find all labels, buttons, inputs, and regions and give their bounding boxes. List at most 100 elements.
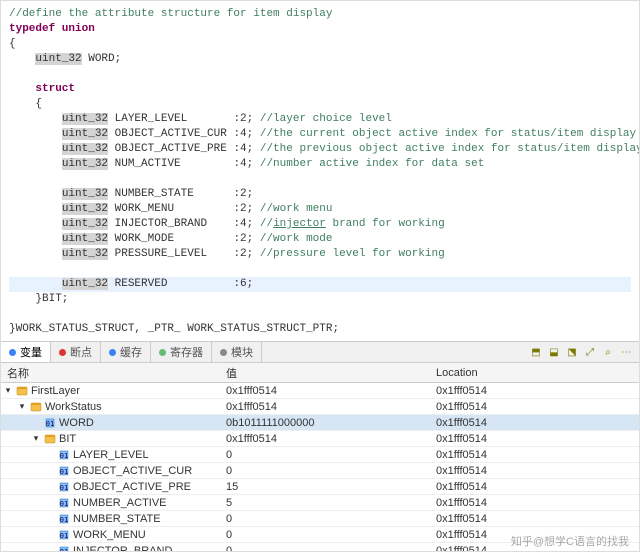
code-bits: :6; <box>233 278 253 290</box>
twisty-icon[interactable]: ▾ <box>29 433 43 444</box>
table-row[interactable]: 01OBJECT_ACTIVE_PRE150x1fff0514 <box>1 479 639 495</box>
field-icon: 01 <box>57 545 71 552</box>
code-comment: //work menu <box>260 203 333 215</box>
code-id: NUMBER_STATE <box>108 188 233 200</box>
code-bits: :4; <box>233 218 259 230</box>
module-icon <box>220 349 227 356</box>
field-icon: 01 <box>57 529 71 541</box>
code-type: uint_32 <box>62 218 108 230</box>
row-name: INJECTOR_BRAND <box>73 545 172 552</box>
code-id: }WORK_STATUS_STRUCT, _PTR_ WORK_STATUS_S… <box>9 323 339 335</box>
code-id: WORK_MODE <box>108 233 233 245</box>
tab-label: 断点 <box>70 344 92 360</box>
variables-grid[interactable]: ▾FirstLayer0x1fff05140x1fff0514▾WorkStat… <box>1 383 639 552</box>
row-value[interactable]: 15 <box>226 481 436 493</box>
row-value[interactable]: 0 <box>226 529 436 541</box>
row-name: WORD <box>59 417 94 429</box>
code-comment: //work mode <box>260 233 333 245</box>
row-location: 0x1fff0514 <box>436 465 639 477</box>
code-id: LAYER_LEVEL <box>108 113 233 125</box>
field-icon: 01 <box>57 513 71 525</box>
code-bits: :2; <box>233 233 259 245</box>
tab-label: 模块 <box>231 344 253 360</box>
table-row[interactable]: ▾WorkStatus0x1fff05140x1fff0514 <box>1 399 639 415</box>
tab-cache[interactable]: 缓存 <box>101 342 151 362</box>
struct-icon <box>29 401 43 413</box>
toolbar-icon[interactable]: ⬔ <box>565 345 579 359</box>
code-comment: //the previous object active index for s… <box>260 143 640 155</box>
toolbar-icon[interactable]: ⬒ <box>529 345 543 359</box>
code-bits: :2; <box>233 113 259 125</box>
row-name: NUMBER_ACTIVE <box>73 497 167 509</box>
code-id: OBJECT_ACTIVE_CUR <box>108 128 233 140</box>
row-value[interactable]: 0 <box>226 545 436 552</box>
twisty-icon[interactable]: ▾ <box>15 401 29 412</box>
toolbar-icon[interactable]: ⤢ <box>583 345 597 359</box>
tab-variables[interactable]: 变量 <box>1 342 51 362</box>
column-name[interactable]: 名称 <box>1 365 226 381</box>
table-row[interactable]: 01 WORD 0b10111110000000x1fff0514 <box>1 415 639 431</box>
row-location: 0x1fff0514 <box>436 481 639 493</box>
table-row[interactable]: 01INJECTOR_BRAND 00x1fff0514 <box>1 543 639 552</box>
table-row[interactable]: ▾FirstLayer0x1fff05140x1fff0514 <box>1 383 639 399</box>
code-comment: //injector brand for working <box>260 218 445 230</box>
code-id: }BIT; <box>35 293 68 305</box>
table-row[interactable]: 01WORK_MENU00x1fff0514 <box>1 527 639 543</box>
code-type: uint_32 <box>35 53 81 65</box>
row-value[interactable]: 0x1fff0514 <box>226 385 436 397</box>
tab-breakpoints[interactable]: 断点 <box>51 342 101 362</box>
table-row[interactable]: 01LAYER_LEVEL00x1fff0514 <box>1 447 639 463</box>
code-type: uint_32 <box>62 278 108 290</box>
code-keyword: typedef union <box>9 23 95 35</box>
row-location: 0x1fff0514 <box>436 545 639 552</box>
svg-text:01: 01 <box>46 420 54 428</box>
table-row[interactable]: 01OBJECT_ACTIVE_CUR00x1fff0514 <box>1 463 639 479</box>
field-icon: 01 <box>57 481 71 493</box>
code-id: OBJECT_ACTIVE_PRE <box>108 143 233 155</box>
code-brace: { <box>35 98 42 110</box>
table-row[interactable]: 01NUMBER_STATE00x1fff0514 <box>1 511 639 527</box>
breakpoint-icon <box>59 349 66 356</box>
toolbar-icon[interactable]: ⋯ <box>619 345 633 359</box>
row-value[interactable]: 0x1fff0514 <box>226 433 436 445</box>
register-icon <box>159 349 166 356</box>
table-row[interactable]: 01NUMBER_ACTIVE 50x1fff0514 <box>1 495 639 511</box>
tab-modules[interactable]: 模块 <box>212 342 262 362</box>
field-icon: 01 <box>57 465 71 477</box>
row-value[interactable]: 0x1fff0514 <box>226 401 436 413</box>
column-value[interactable]: 值 <box>226 365 436 381</box>
code-bits: :2; <box>233 203 259 215</box>
field-icon: 01 <box>57 497 71 509</box>
svg-text:01: 01 <box>60 532 68 540</box>
close-icon[interactable] <box>9 349 16 356</box>
row-value[interactable]: 0 <box>226 449 436 461</box>
code-id: PRESSURE_LEVEL <box>108 248 233 260</box>
row-location: 0x1fff0514 <box>436 417 639 429</box>
debug-tabbar: 变量 断点 缓存 寄存器 模块 ⬒ ⬓ ⬔ ⤢ ⌕ ⋯ <box>1 341 639 363</box>
code-comment: //the current object active index for st… <box>260 128 636 140</box>
toolbar-icon[interactable]: ⌕ <box>601 345 615 359</box>
row-value[interactable]: 0b1011111000000 <box>226 417 436 429</box>
row-value[interactable]: 5 <box>226 497 436 509</box>
code-comment: //pressure level for working <box>260 248 445 260</box>
tab-label: 缓存 <box>120 344 142 360</box>
row-location: 0x1fff0514 <box>436 497 639 509</box>
tab-registers[interactable]: 寄存器 <box>151 342 212 362</box>
code-editor[interactable]: //define the attribute structure for ite… <box>1 1 639 341</box>
code-brace: { <box>9 37 631 52</box>
code-bits: :4; <box>233 128 259 140</box>
row-name: WorkStatus <box>45 401 102 413</box>
variables-header: 名称 值 Location <box>1 363 639 383</box>
field-icon: 01 <box>43 417 57 429</box>
code-type: uint_32 <box>62 128 108 140</box>
table-row[interactable]: ▾BIT0x1fff05140x1fff0514 <box>1 431 639 447</box>
row-value[interactable]: 0 <box>226 513 436 525</box>
row-value[interactable]: 0 <box>226 465 436 477</box>
toolbar-icon[interactable]: ⬓ <box>547 345 561 359</box>
code-bits: :4; <box>233 158 259 170</box>
code-bits: :4; <box>233 143 259 155</box>
column-location[interactable]: Location <box>436 367 639 379</box>
code-type: uint_32 <box>62 113 108 125</box>
twisty-icon[interactable]: ▾ <box>1 385 15 396</box>
code-bits: :2; <box>233 248 259 260</box>
